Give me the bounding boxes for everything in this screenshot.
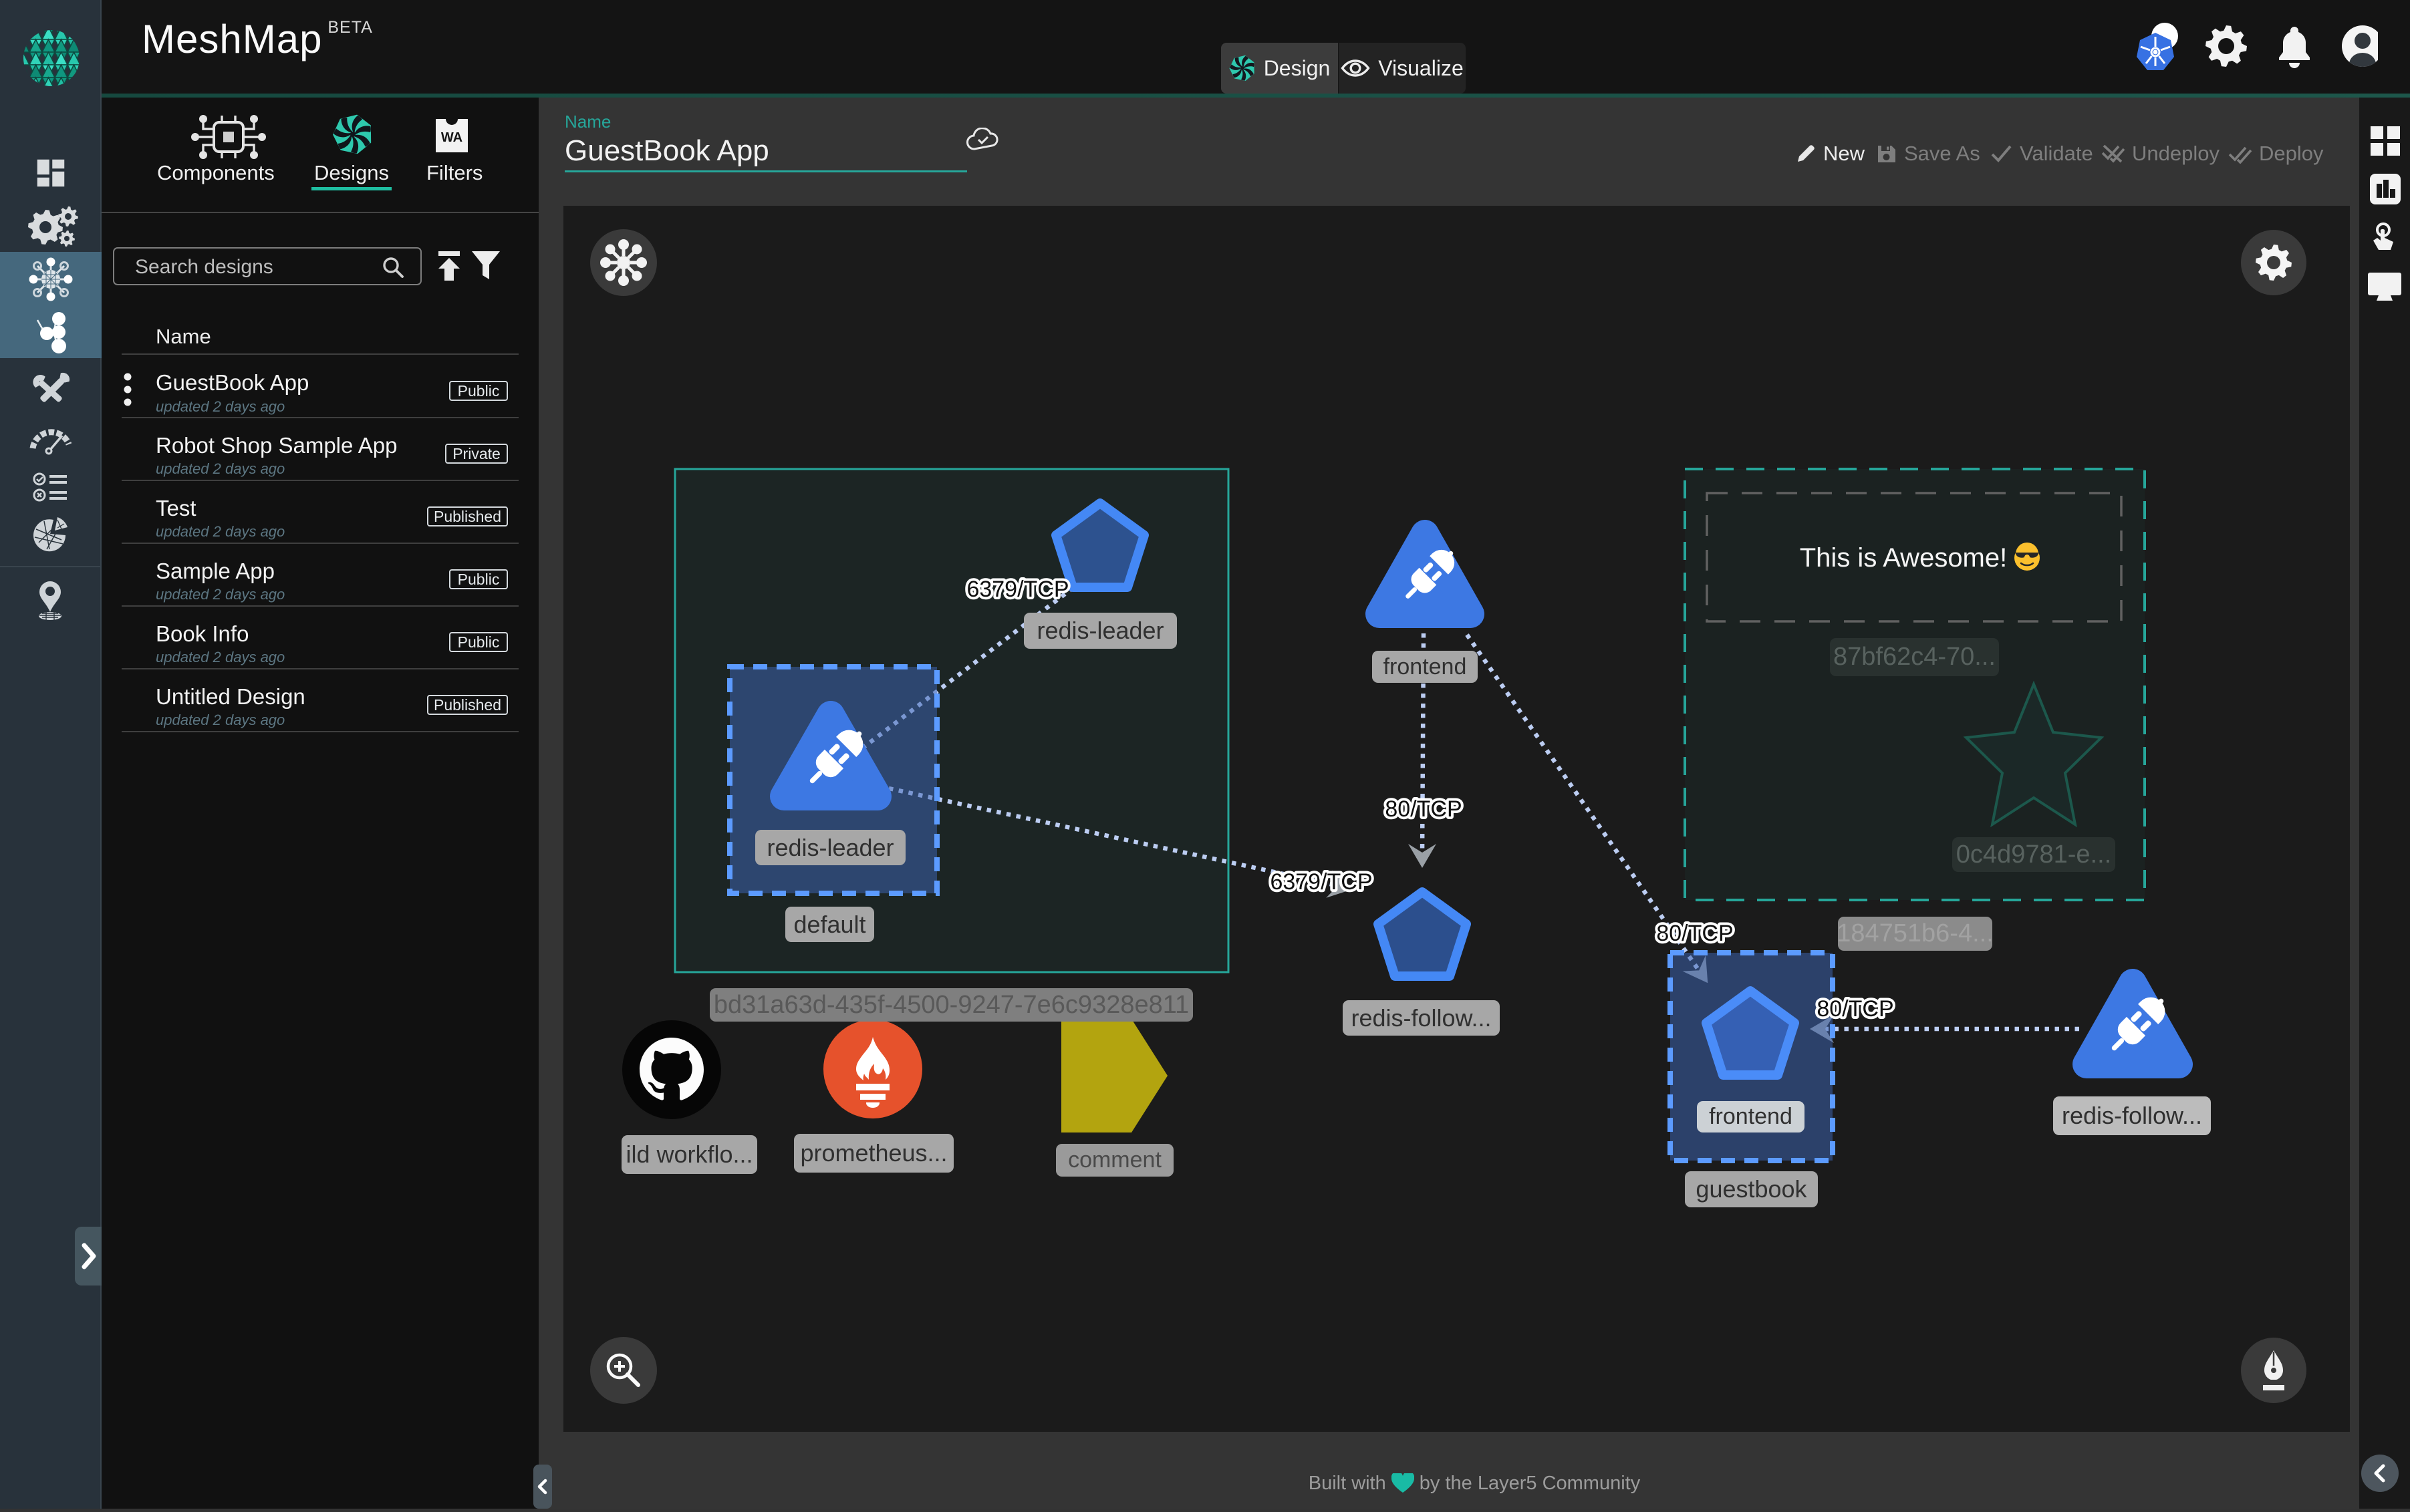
svg-text:80/TCP: 80/TCP <box>1817 996 1893 1022</box>
svg-text:This is Awesome!: This is Awesome! <box>1800 543 2008 573</box>
svg-text:80/TCP: 80/TCP <box>1656 921 1733 946</box>
svg-text:WA: WA <box>441 130 462 145</box>
svg-text:80/TCP: 80/TCP <box>1385 796 1462 822</box>
svg-text:6379/TCP: 6379/TCP <box>966 577 1069 602</box>
svg-text:6379/TCP: 6379/TCP <box>1270 869 1372 895</box>
